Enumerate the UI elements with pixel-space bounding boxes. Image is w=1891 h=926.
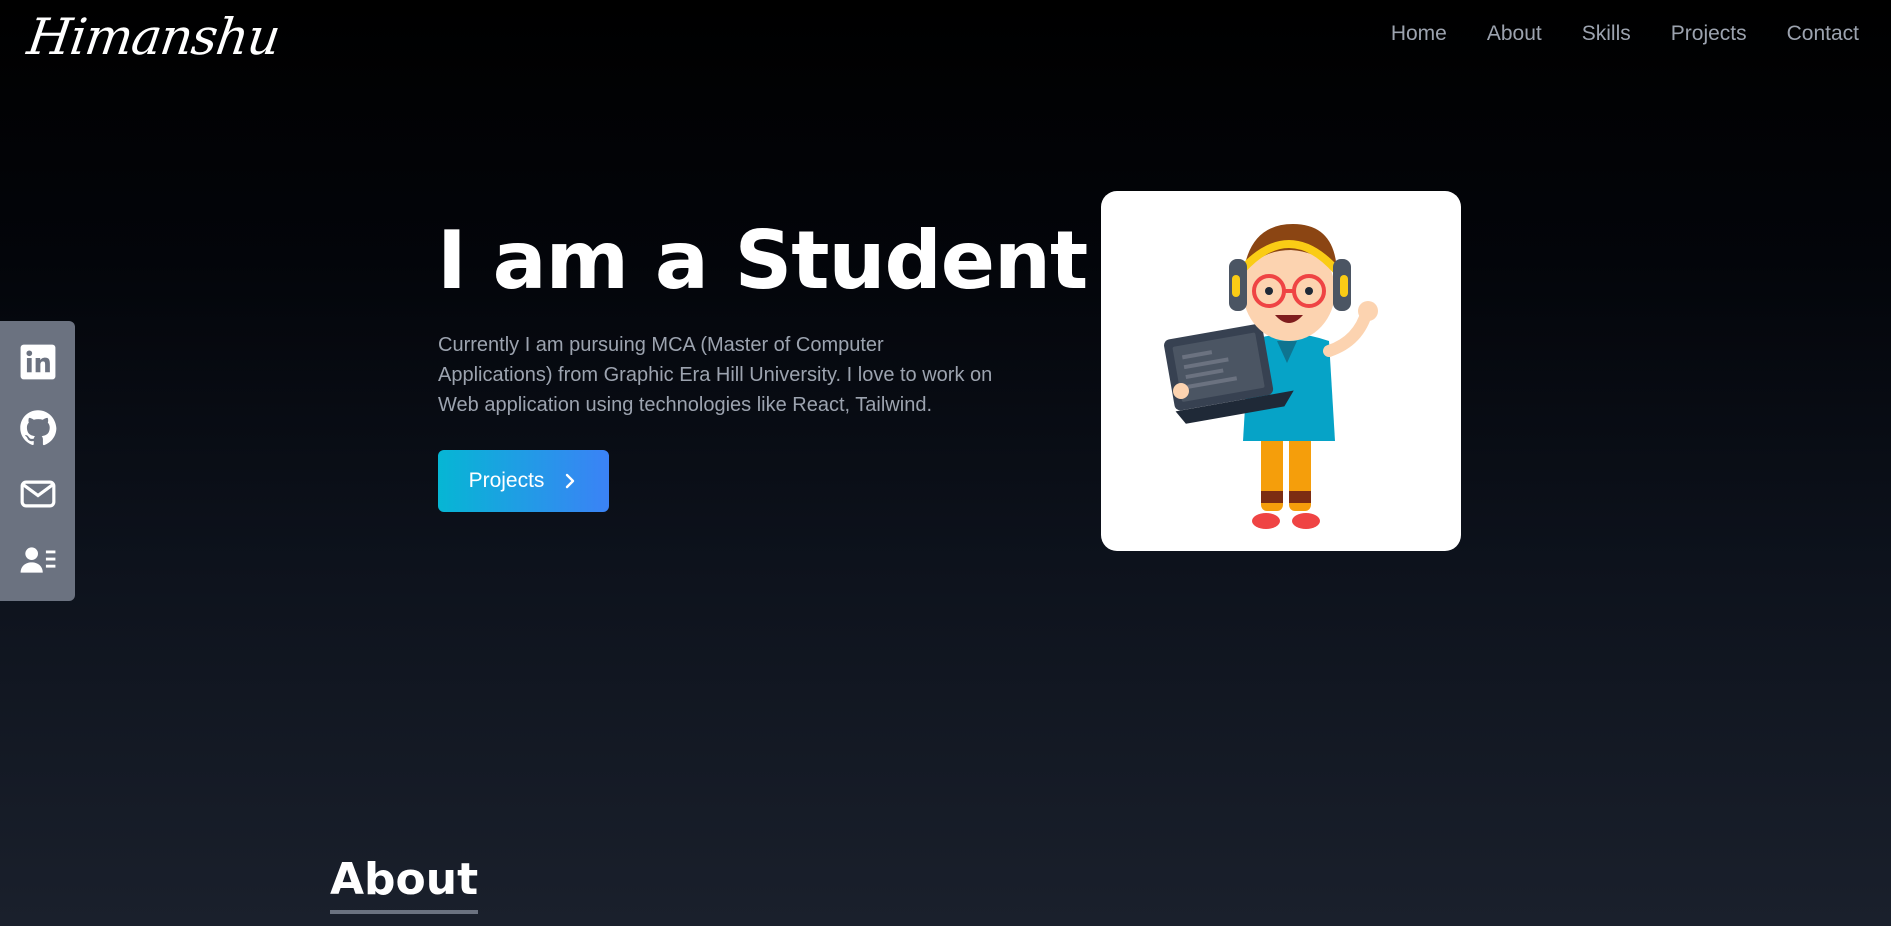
resume-icon xyxy=(20,547,55,573)
nav-projects[interactable]: Projects xyxy=(1671,22,1747,46)
chevron-right-icon xyxy=(566,473,575,489)
main-nav: Home About Skills Projects Contact xyxy=(1391,22,1859,46)
student-illustration xyxy=(1164,224,1378,529)
projects-button-label: Projects xyxy=(468,469,545,492)
resume-link[interactable] xyxy=(18,540,58,580)
nav-skills[interactable]: Skills xyxy=(1582,22,1631,46)
github-link[interactable] xyxy=(18,408,58,448)
linkedin-icon xyxy=(20,344,55,380)
linkedin-link[interactable] xyxy=(18,342,58,382)
nav-contact[interactable]: Contact xyxy=(1787,22,1859,46)
hero-illustration-card xyxy=(1101,191,1461,551)
hero-title: I am a Student xyxy=(437,214,1088,307)
social-sidebar xyxy=(0,321,75,601)
about-heading: About xyxy=(330,852,479,914)
brand-logo[interactable]: Himanshu xyxy=(24,8,283,66)
projects-button[interactable]: Projects xyxy=(438,450,609,512)
nav-about[interactable]: About xyxy=(1487,22,1542,46)
nav-home[interactable]: Home xyxy=(1391,22,1447,46)
hero-description: Currently I am pursuing MCA (Master of C… xyxy=(438,334,993,416)
email-link[interactable] xyxy=(18,474,58,514)
mail-icon xyxy=(20,480,55,508)
github-icon xyxy=(19,410,56,446)
